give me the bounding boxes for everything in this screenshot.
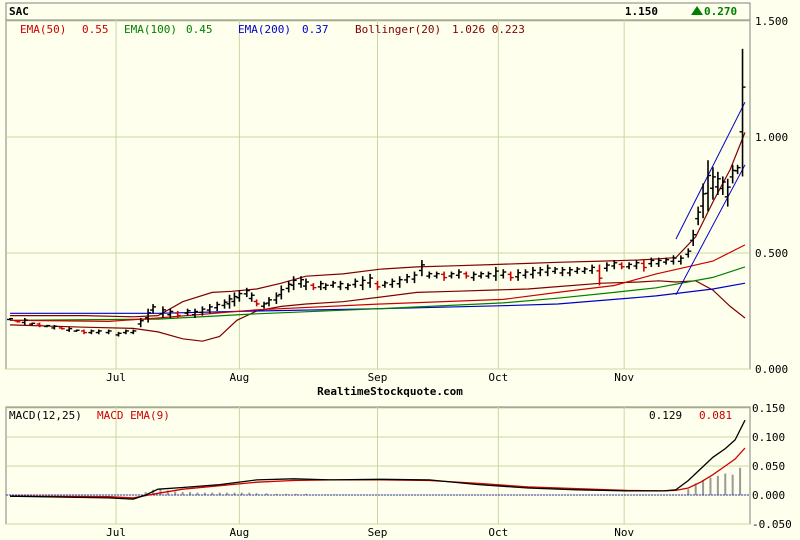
legend-ema50-label: EMA(50) — [20, 23, 66, 36]
symbol-label: SAC — [9, 5, 29, 18]
price-x-tick-label: Oct — [488, 371, 508, 384]
price-y-tick-label: 1.500 — [755, 15, 788, 28]
legend-ema200-value: 0.37 — [302, 23, 329, 36]
macd-y-tick-label: 0.150 — [752, 402, 785, 415]
macd-signal-last-value: 0.081 — [699, 409, 732, 422]
price-x-tick-label: Nov — [614, 371, 634, 384]
price-y-axis: 0.000 0.500 1.000 1.500 — [755, 15, 788, 376]
legend-ema50-value: 0.55 — [82, 23, 109, 36]
legend-bollinger-value: 1.026 0.223 — [452, 23, 525, 36]
last-price: 1.150 — [625, 5, 658, 18]
price-x-tick-label: Sep — [368, 371, 388, 384]
macd-x-tick-label: Jul — [106, 526, 126, 539]
macd-signal-title: MACD EMA(9) — [97, 409, 170, 422]
price-y-tick-label: 1.000 — [755, 131, 788, 144]
chart-svg: 0.000 0.500 1.000 1.500 -0.050 0.000 0.050 0.1… — [5, 2, 792, 539]
watermark: RealtimeStockquote.com — [317, 385, 463, 398]
price-x-tick-label: Aug — [229, 371, 249, 384]
price-y-tick-label: 0.000 — [755, 363, 788, 376]
legend-ema200-label: EMA(200) — [238, 23, 291, 36]
price-change: 0.270 — [704, 5, 737, 18]
macd-y-axis: -0.050 0.000 0.050 0.100 0.150 — [752, 402, 792, 531]
price-y-tick-label: 0.500 — [755, 247, 788, 260]
legend-ema100-value: 0.45 — [186, 23, 213, 36]
macd-last-value: 0.129 — [649, 409, 682, 422]
macd-x-tick-label: Aug — [229, 526, 249, 539]
macd-x-tick-label: Nov — [614, 526, 634, 539]
macd-title: MACD(12,25) — [9, 409, 82, 422]
macd-y-tick-label: 0.100 — [752, 431, 785, 444]
macd-y-tick-label: 0.050 — [752, 460, 785, 473]
chart-stage: 0.000 0.500 1.000 1.500 -0.050 0.000 0.050 0.1… — [0, 0, 800, 540]
macd-x-tick-label: Sep — [368, 526, 388, 539]
legend-bollinger-label: Bollinger(20) — [355, 23, 441, 36]
macd-y-tick-label: 0.000 — [752, 489, 785, 502]
price-x-tick-label: Jul — [106, 371, 126, 384]
macd-y-tick-label: -0.050 — [752, 518, 792, 531]
macd-x-tick-label: Oct — [488, 526, 508, 539]
legend-ema100-label: EMA(100) — [124, 23, 177, 36]
